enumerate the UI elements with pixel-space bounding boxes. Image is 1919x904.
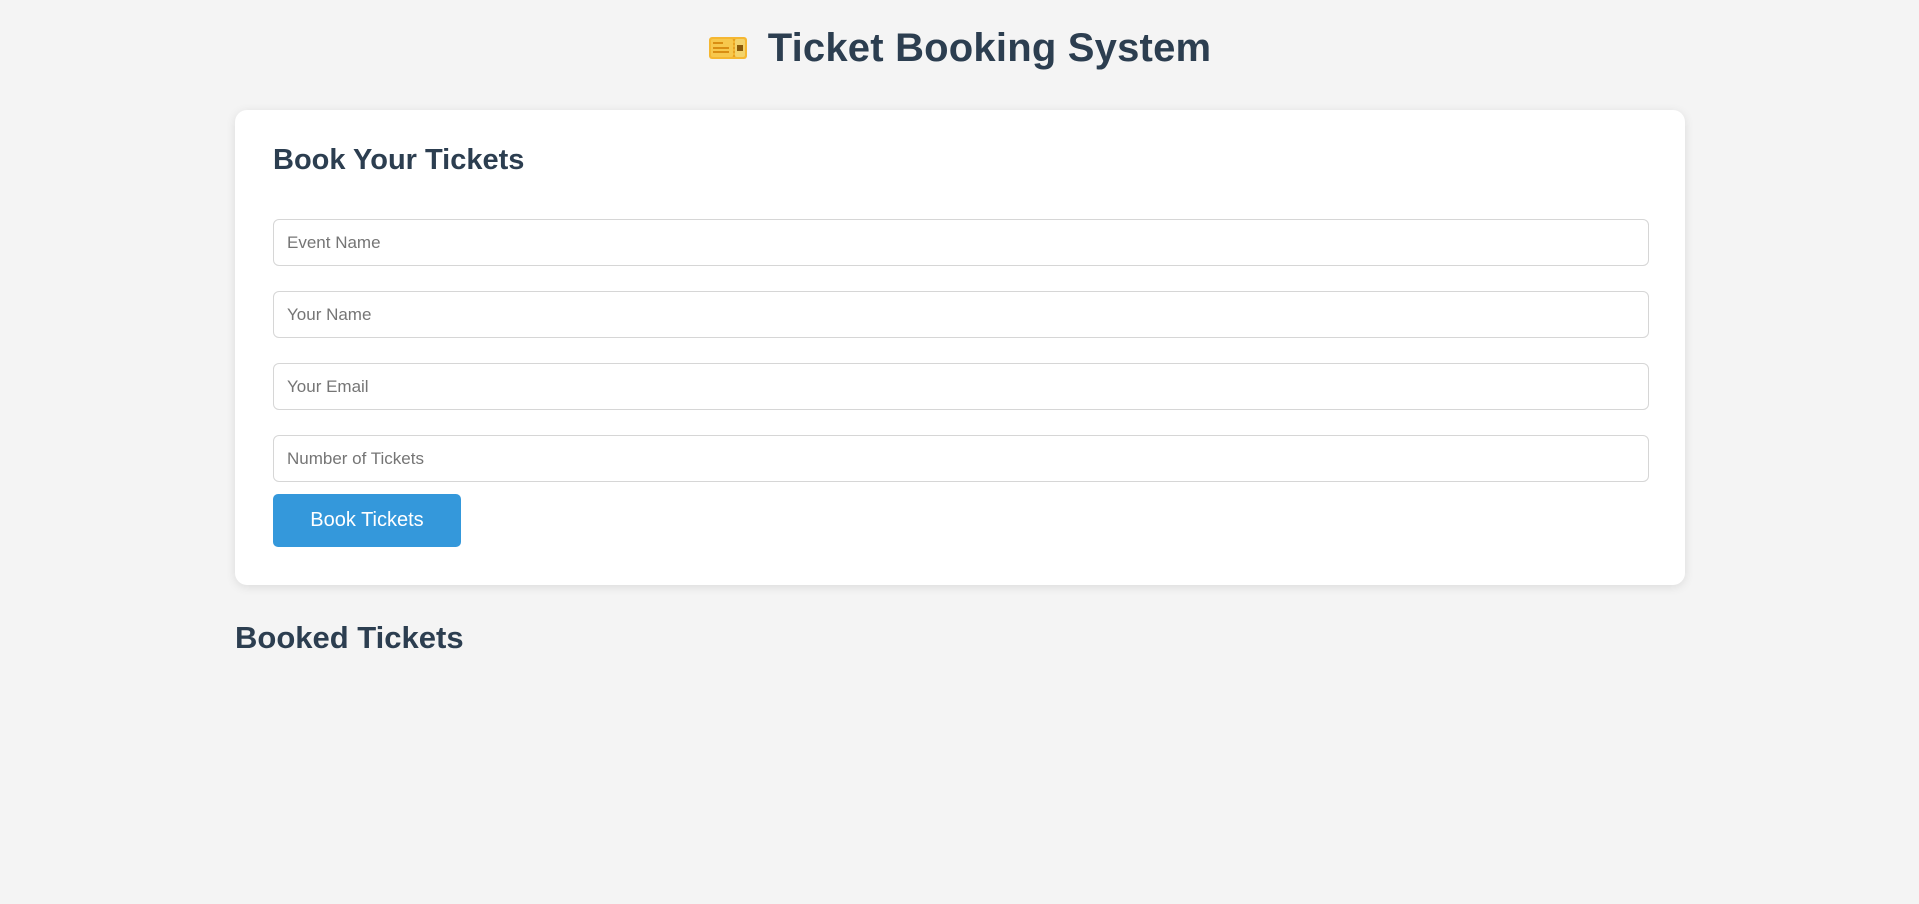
book-tickets-button[interactable]: Book Tickets	[273, 494, 461, 547]
booked-tickets-heading: Booked Tickets	[235, 620, 464, 655]
booked-tickets-list	[235, 670, 1685, 870]
page-header: Ticket Booking System	[0, 22, 1919, 74]
your-name-input[interactable]	[273, 291, 1649, 338]
ticket-icon	[708, 37, 747, 59]
event-name-input[interactable]	[273, 219, 1649, 266]
number-of-tickets-input[interactable]	[273, 435, 1649, 482]
page-title: Ticket Booking System	[767, 25, 1212, 70]
booking-form-card: Book Your Tickets Book Tickets	[235, 110, 1685, 585]
your-email-input[interactable]	[273, 363, 1649, 410]
form-title: Book Your Tickets	[273, 144, 525, 176]
